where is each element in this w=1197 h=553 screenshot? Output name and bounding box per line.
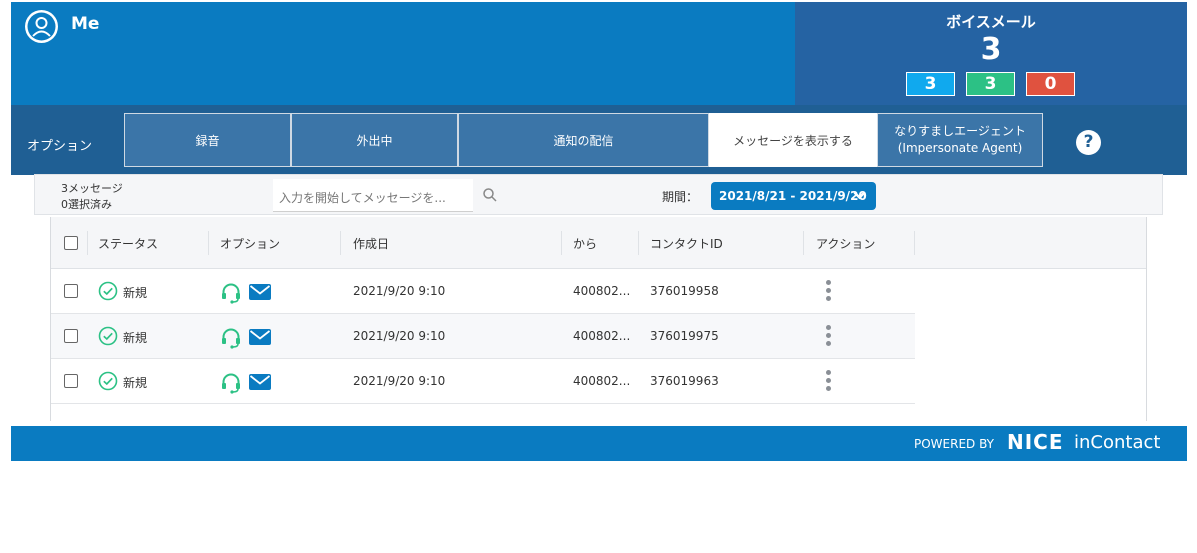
powered-by-text: POWERED BY bbox=[914, 437, 995, 451]
column-divider bbox=[914, 231, 915, 255]
tab-impersonate-agent-sub: (Impersonate Agent) bbox=[897, 141, 1023, 155]
search-icon[interactable] bbox=[482, 187, 498, 203]
row-checkbox[interactable] bbox=[64, 374, 78, 388]
contact-id: 376019975 bbox=[650, 329, 719, 343]
column-divider bbox=[561, 231, 562, 255]
tab-impersonate-agent[interactable]: なりすましエージェント (Impersonate Agent) bbox=[877, 113, 1043, 167]
row-checkbox[interactable] bbox=[64, 284, 78, 298]
table-row[interactable]: 新規 2021/9/20 9:10 400802... 376019963 bbox=[51, 359, 915, 404]
tab-view-messages[interactable]: メッセージを表示する bbox=[709, 113, 877, 167]
voicemail-app: Me ボイスメール 3 3 3 0 オプション 録音 外出中 通知の配信 メッセ… bbox=[11, 2, 1187, 461]
contact-id: 376019963 bbox=[650, 374, 719, 388]
email-icon[interactable] bbox=[249, 374, 271, 390]
search-input[interactable]: 入力を開始してメッセージを... bbox=[273, 179, 473, 212]
status-text: 新規 bbox=[123, 331, 148, 345]
column-header-action[interactable]: アクション bbox=[816, 235, 875, 252]
voicemail-badge-active[interactable]: 3 bbox=[966, 72, 1015, 96]
check-circle-icon bbox=[98, 326, 118, 346]
tab-recording[interactable]: 録音 bbox=[124, 113, 291, 167]
user-name: Me bbox=[71, 14, 100, 34]
period-dropdown[interactable]: 2021/8/21 - 2021/9/20 bbox=[711, 182, 876, 210]
period-value: 2021/8/21 - 2021/9/20 bbox=[719, 189, 867, 203]
column-divider bbox=[208, 231, 209, 255]
header: Me ボイスメール 3 3 3 0 bbox=[11, 2, 1187, 105]
check-circle-icon bbox=[98, 371, 118, 391]
created-date: 2021/9/20 9:10 bbox=[353, 284, 446, 298]
column-divider bbox=[340, 231, 341, 255]
contact-id: 376019958 bbox=[650, 284, 719, 298]
column-header-options[interactable]: オプション bbox=[220, 235, 280, 252]
column-header-from[interactable]: から bbox=[573, 235, 597, 252]
from-number: 400802... bbox=[573, 374, 631, 388]
more-actions-icon[interactable] bbox=[826, 280, 832, 304]
chevron-down-icon bbox=[853, 191, 866, 200]
message-table: ステータス オプション 作成日 から コンタクトID アクション 新規 2021… bbox=[50, 217, 1147, 421]
message-count: 3メッセージ bbox=[61, 182, 123, 195]
table-row[interactable]: 新規 2021/9/20 9:10 400802... 376019958 bbox=[51, 269, 915, 314]
status-text: 新規 bbox=[123, 376, 148, 390]
options-bar: オプション 録音 外出中 通知の配信 メッセージを表示する なりすましエージェン… bbox=[11, 105, 1187, 175]
voicemail-total: 3 bbox=[980, 32, 1002, 67]
column-header-status[interactable]: ステータス bbox=[98, 235, 158, 252]
from-number: 400802... bbox=[573, 284, 631, 298]
from-number: 400802... bbox=[573, 329, 631, 343]
column-header-created[interactable]: 作成日 bbox=[353, 235, 389, 252]
nice-logo: NICE bbox=[1007, 430, 1064, 454]
footer: POWERED BY NICE inContact bbox=[11, 426, 1187, 461]
voicemail-title: ボイスメール bbox=[946, 13, 1036, 31]
table-row[interactable]: 新規 2021/9/20 9:10 400802... 376019975 bbox=[51, 314, 915, 359]
row-checkbox[interactable] bbox=[64, 329, 78, 343]
period-label: 期間： bbox=[662, 190, 699, 204]
email-icon[interactable] bbox=[249, 329, 271, 345]
voicemail-summary: ボイスメール 3 3 3 0 bbox=[795, 2, 1187, 105]
incontact-logo: inContact bbox=[1074, 432, 1161, 453]
created-date: 2021/9/20 9:10 bbox=[353, 329, 446, 343]
more-actions-icon[interactable] bbox=[826, 325, 832, 349]
user-avatar-icon[interactable] bbox=[25, 10, 58, 43]
tab-impersonate-agent-label: なりすましエージェント bbox=[894, 124, 1026, 138]
help-circle-icon[interactable]: ? bbox=[1076, 130, 1101, 155]
headset-icon[interactable] bbox=[220, 327, 242, 349]
headset-icon[interactable] bbox=[220, 372, 242, 394]
table-header: ステータス オプション 作成日 から コンタクトID アクション bbox=[51, 217, 1146, 269]
check-circle-icon bbox=[98, 281, 118, 301]
tab-notification-delivery[interactable]: 通知の配信 bbox=[458, 113, 709, 167]
select-all-checkbox[interactable] bbox=[64, 236, 78, 250]
column-divider bbox=[638, 231, 639, 255]
voicemail-badge-urgent[interactable]: 0 bbox=[1026, 72, 1075, 96]
status-text: 新規 bbox=[123, 286, 148, 300]
column-header-contact-id[interactable]: コンタクトID bbox=[650, 235, 723, 252]
voicemail-badge-new[interactable]: 3 bbox=[906, 72, 955, 96]
column-divider bbox=[803, 231, 804, 255]
more-actions-icon[interactable] bbox=[826, 370, 832, 394]
options-label: オプション bbox=[27, 139, 93, 154]
headset-icon[interactable] bbox=[220, 282, 242, 304]
tab-out-of-office[interactable]: 外出中 bbox=[291, 113, 458, 167]
selected-count: 0選択済み bbox=[61, 198, 112, 211]
email-icon[interactable] bbox=[249, 284, 271, 300]
created-date: 2021/9/20 9:10 bbox=[353, 374, 446, 388]
column-divider bbox=[87, 231, 88, 255]
message-toolbar: 3メッセージ 0選択済み 入力を開始してメッセージを... 期間： 2021/8… bbox=[34, 174, 1163, 215]
